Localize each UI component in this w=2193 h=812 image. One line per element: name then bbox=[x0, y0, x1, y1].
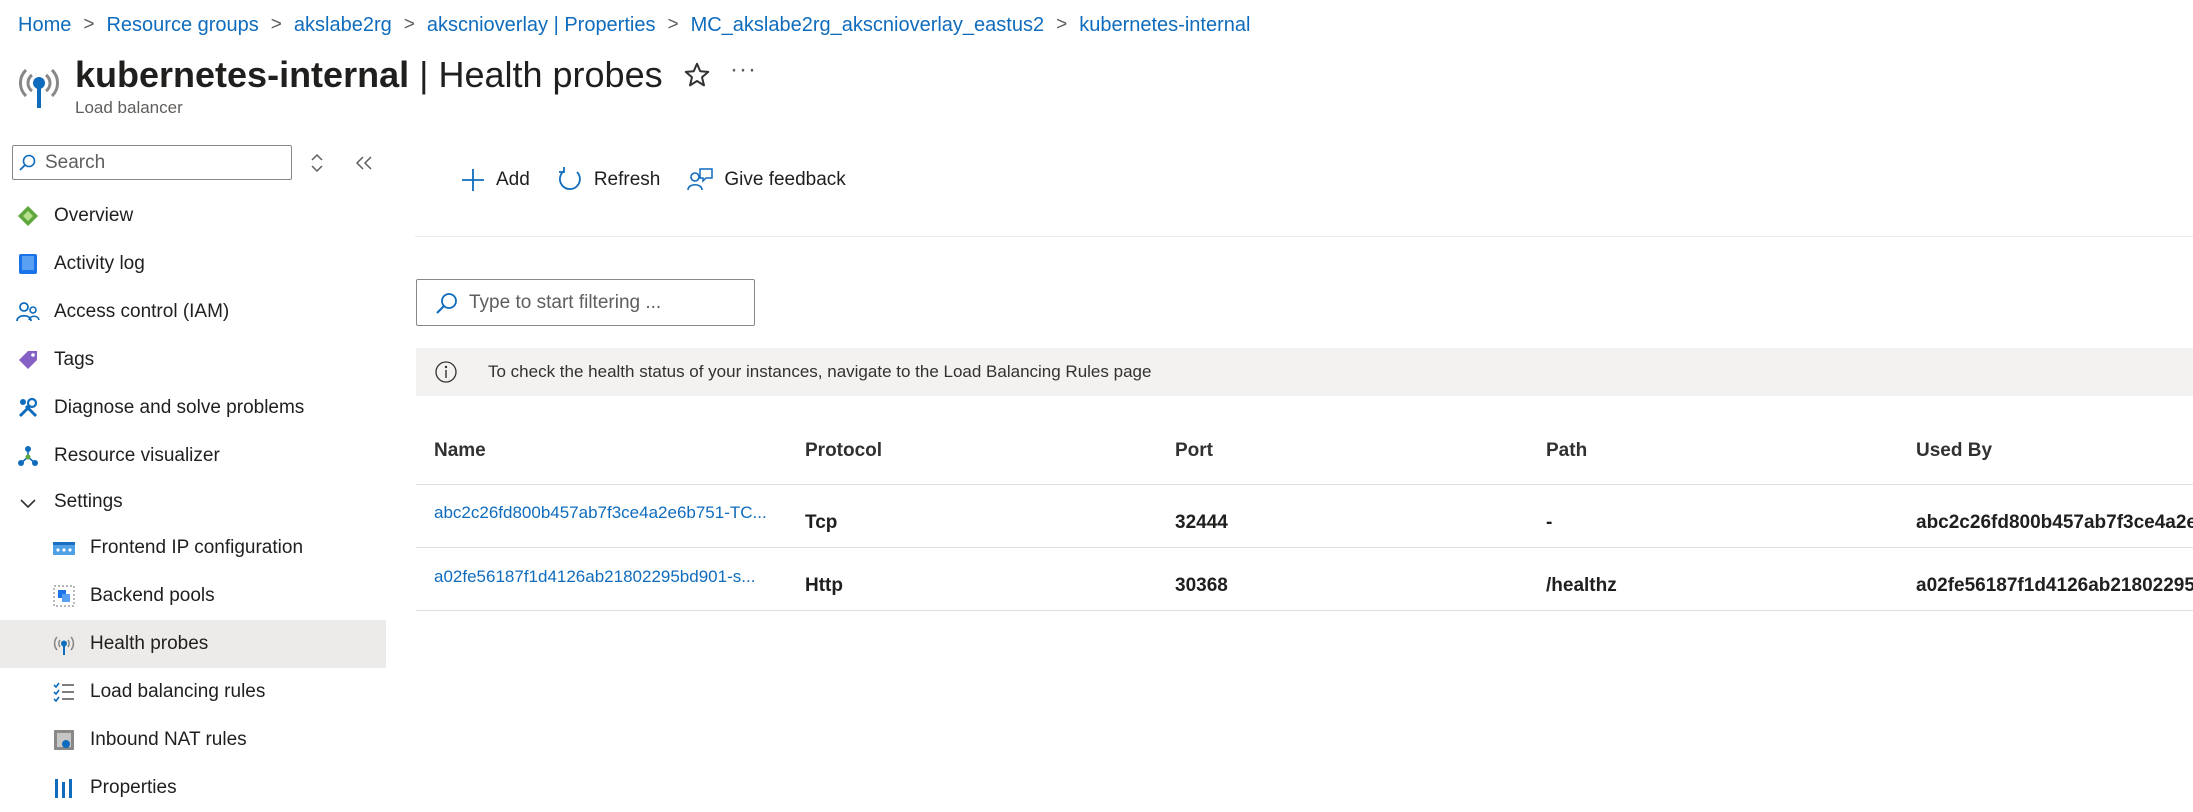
column-header-name[interactable]: Name bbox=[434, 440, 486, 462]
breadcrumb-resource-group[interactable]: akslabe2rg bbox=[294, 14, 392, 37]
more-options-button[interactable]: ··· bbox=[730, 56, 757, 84]
give-feedback-button[interactable]: Give feedback bbox=[686, 166, 846, 194]
sidebar-item-tags[interactable]: Tags bbox=[0, 336, 386, 384]
probe-used-by: a02fe56187f1d4126ab21802295b bbox=[1916, 575, 2193, 596]
breadcrumb-cluster-properties[interactable]: akscnioverlay | Properties bbox=[427, 14, 656, 37]
sidebar-nav: Overview Activity log Access control (IA… bbox=[0, 192, 386, 812]
probe-path: /healthz bbox=[1546, 575, 1617, 596]
sidebar-item-backend-pools[interactable]: Backend pools bbox=[0, 572, 386, 620]
sidebar-item-overview[interactable]: Overview bbox=[0, 192, 386, 240]
filter-input[interactable] bbox=[467, 290, 751, 315]
visualizer-icon bbox=[18, 446, 38, 466]
add-label: Add bbox=[496, 169, 530, 190]
search-icon bbox=[19, 154, 36, 171]
sidebar-search-input[interactable] bbox=[43, 150, 277, 175]
tag-icon bbox=[19, 351, 37, 369]
probe-protocol: Tcp bbox=[805, 512, 838, 533]
column-header-used-by[interactable]: Used By bbox=[1916, 440, 1992, 462]
probe-used-by: abc2c26fd800b457ab7f3ce4a2e bbox=[1916, 512, 2193, 533]
info-banner: To check the health status of your insta… bbox=[416, 348, 2193, 396]
sidebar-item-diagnose[interactable]: Diagnose and solve problems bbox=[0, 384, 386, 432]
sidebar-item-inbound-nat-rules[interactable]: Inbound NAT rules bbox=[0, 716, 386, 764]
sidebar-item-health-probes[interactable]: Health probes bbox=[0, 620, 386, 668]
sidebar-item-label: Load balancing rules bbox=[90, 681, 266, 702]
breadcrumb: Home > Resource groups > akslabe2rg > ak… bbox=[18, 10, 1250, 40]
properties-icon bbox=[55, 779, 72, 798]
probe-port: 30368 bbox=[1175, 575, 1228, 596]
search-icon bbox=[436, 292, 457, 314]
sidebar-item-label: Activity log bbox=[54, 253, 145, 274]
sidebar-search[interactable] bbox=[12, 145, 292, 180]
toolbar-divider bbox=[415, 236, 2193, 237]
chevron-right-icon: > bbox=[270, 14, 282, 35]
sidebar-item-label: Access control (IAM) bbox=[54, 301, 230, 322]
column-header-path[interactable]: Path bbox=[1546, 440, 1587, 462]
filter-box[interactable] bbox=[416, 279, 755, 326]
sidebar-item-resource-visualizer[interactable]: Resource visualizer bbox=[0, 432, 386, 480]
info-message: To check the health status of your insta… bbox=[488, 362, 1152, 381]
overview-icon bbox=[18, 206, 38, 226]
rules-list-icon bbox=[53, 682, 74, 703]
favorite-star-icon[interactable] bbox=[682, 60, 712, 90]
sidebar-group-label: Settings bbox=[54, 491, 123, 512]
health-probe-icon bbox=[53, 636, 75, 655]
refresh-icon bbox=[558, 167, 581, 190]
chevron-right-icon: > bbox=[403, 14, 415, 35]
load-balancer-icon bbox=[19, 68, 59, 108]
expand-collapse-icon[interactable] bbox=[306, 150, 328, 176]
wrench-icon bbox=[18, 397, 38, 418]
probe-name-link[interactable]: a02fe56187f1d4126ab21802295bd901-s... bbox=[434, 567, 755, 587]
resource-name: kubernetes-internal bbox=[75, 54, 410, 95]
chevron-right-icon: > bbox=[667, 14, 679, 35]
chevron-right-icon: > bbox=[83, 14, 95, 35]
sidebar-item-label: Overview bbox=[54, 205, 134, 226]
column-header-protocol[interactable]: Protocol bbox=[805, 440, 882, 462]
refresh-label: Refresh bbox=[593, 169, 661, 190]
sidebar-item-label: Health probes bbox=[90, 633, 209, 654]
command-bar: Add Refresh Give feedback bbox=[460, 166, 872, 194]
column-header-port[interactable]: Port bbox=[1175, 440, 1213, 462]
resource-type: Load balancer bbox=[75, 98, 183, 117]
sidebar-item-label: Properties bbox=[90, 777, 177, 798]
sidebar-item-label: Inbound NAT rules bbox=[90, 729, 247, 750]
info-icon bbox=[435, 361, 457, 383]
page-title: kubernetes-internal | Health probes bbox=[75, 50, 663, 100]
breadcrumb-current[interactable]: kubernetes-internal bbox=[1079, 14, 1250, 37]
sidebar-item-frontend-ip[interactable]: Frontend IP configuration bbox=[0, 524, 386, 572]
sidebar-group-settings[interactable]: Settings bbox=[0, 480, 386, 524]
sidebar-item-activity-log[interactable]: Activity log bbox=[0, 240, 386, 288]
breadcrumb-home[interactable]: Home bbox=[18, 14, 71, 37]
backend-pool-icon bbox=[53, 585, 75, 607]
plus-icon bbox=[462, 169, 484, 191]
frontend-ip-icon bbox=[53, 542, 75, 555]
probe-port: 32444 bbox=[1175, 512, 1228, 533]
nat-rules-icon bbox=[54, 730, 74, 750]
probe-name-link[interactable]: abc2c26fd800b457ab7f3ce4a2e6b751-TC... bbox=[434, 503, 767, 523]
breadcrumb-managed-rg[interactable]: MC_akslabe2rg_akscnioverlay_eastus2 bbox=[691, 14, 1045, 37]
sidebar-item-label: Resource visualizer bbox=[54, 445, 220, 466]
probe-path: - bbox=[1546, 512, 1553, 533]
sidebar-item-access-control[interactable]: Access control (IAM) bbox=[0, 288, 386, 336]
add-button[interactable]: Add bbox=[460, 167, 530, 193]
feedback-icon bbox=[687, 168, 714, 191]
row-divider bbox=[416, 610, 2193, 611]
chevron-right-icon: > bbox=[1056, 14, 1068, 35]
collapse-sidebar-icon[interactable] bbox=[352, 150, 376, 176]
sidebar-item-label: Tags bbox=[54, 349, 95, 370]
breadcrumb-resource-groups[interactable]: Resource groups bbox=[106, 14, 258, 37]
iam-icon bbox=[16, 302, 40, 322]
page-name: | Health probes bbox=[409, 54, 663, 95]
probe-protocol: Http bbox=[805, 575, 843, 596]
activity-log-icon bbox=[19, 254, 37, 274]
refresh-button[interactable]: Refresh bbox=[556, 166, 661, 194]
sidebar-item-label: Frontend IP configuration bbox=[90, 537, 304, 558]
sidebar-item-label: Diagnose and solve problems bbox=[54, 397, 305, 418]
feedback-label: Give feedback bbox=[724, 169, 846, 190]
sidebar-item-load-balancing-rules[interactable]: Load balancing rules bbox=[0, 668, 386, 716]
chevron-down-icon bbox=[20, 499, 36, 509]
sidebar-item-label: Backend pools bbox=[90, 585, 215, 606]
